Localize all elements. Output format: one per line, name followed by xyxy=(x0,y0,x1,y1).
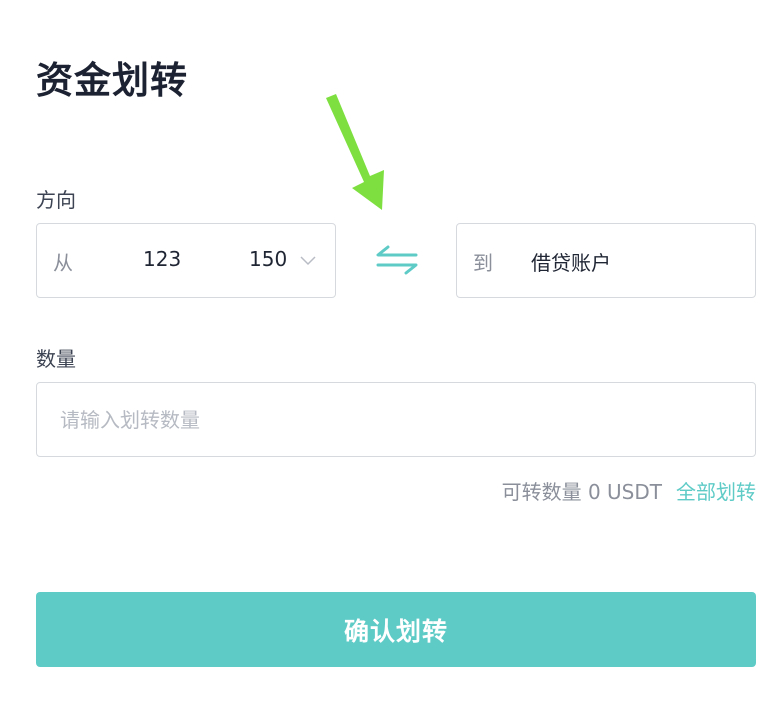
to-account-value: 借贷账户 xyxy=(531,251,611,275)
amount-input[interactable] xyxy=(37,383,755,456)
swap-arrows-icon[interactable] xyxy=(374,243,420,277)
from-account-value-2: 150 xyxy=(249,247,288,271)
available-amount-text: 可转数量 0 USDT xyxy=(501,480,662,504)
confirm-transfer-button[interactable]: 确认划转 xyxy=(36,592,756,667)
direction-label: 方向 xyxy=(36,188,76,212)
transfer-all-link[interactable]: 全部划转 xyxy=(676,476,756,505)
amount-field[interactable] xyxy=(36,382,756,457)
chevron-down-icon[interactable] xyxy=(299,251,317,269)
green-arrow-icon xyxy=(326,94,384,210)
to-prefix: 到 xyxy=(473,251,493,275)
page-title: 资金划转 xyxy=(36,59,188,102)
from-account-value: 123 xyxy=(143,247,182,271)
from-prefix: 从 xyxy=(53,251,73,275)
amount-label: 数量 xyxy=(36,347,76,371)
to-account-select[interactable]: 到 借贷账户 xyxy=(456,223,756,298)
available-balance: 可转数量 0 USDT 全部划转 xyxy=(502,476,756,505)
from-account-select[interactable]: 从 123 150 xyxy=(36,223,336,298)
